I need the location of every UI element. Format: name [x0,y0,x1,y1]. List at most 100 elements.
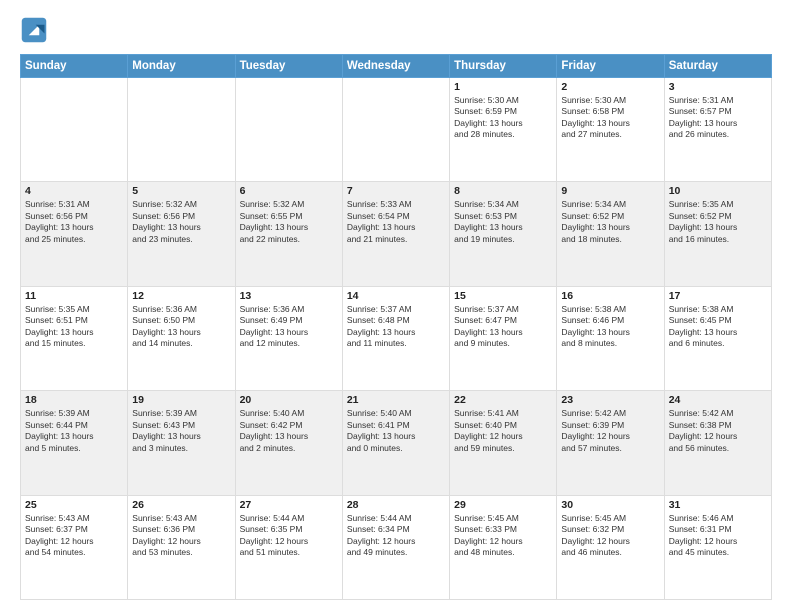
day-cell: 26Sunrise: 5:43 AM Sunset: 6:36 PM Dayli… [128,495,235,599]
day-number: 19 [132,394,230,406]
day-cell: 9Sunrise: 5:34 AM Sunset: 6:52 PM Daylig… [557,182,664,286]
day-cell: 31Sunrise: 5:46 AM Sunset: 6:31 PM Dayli… [664,495,771,599]
day-info: Sunrise: 5:39 AM Sunset: 6:43 PM Dayligh… [132,408,230,454]
day-number: 6 [240,185,338,197]
day-cell: 5 Sunrise: 5:32 AM Sunset: 6:56 PM Daylig… [128,182,235,286]
day-cell: 7Sunrise: 5:33 AM Sunset: 6:54 PM Daylig… [342,182,449,286]
day-number: 11 [25,290,123,302]
day-cell: 4 Sunrise: 5:31 AM Sunset: 6:56 PM Daylig… [21,182,128,286]
day-number: 2 [561,81,659,93]
logo [20,16,52,44]
day-info: Sunrise: 5:41 AM Sunset: 6:40 PM Dayligh… [454,408,552,454]
day-cell: 1 Sunrise: 5:30 AM Sunset: 6:59 PM Daylig… [450,78,557,182]
day-cell: 21 Sunrise: 5:40 AM Sunset: 6:41 PM Dayli… [342,391,449,495]
day-number: 12 [132,290,230,302]
day-info: Sunrise: 5:37 AM Sunset: 6:48 PM Dayligh… [347,304,445,350]
col-header-friday: Friday [557,55,664,78]
day-info: Sunrise: 5:30 AM Sunset: 6:59 PM Dayligh… [454,95,552,141]
col-header-saturday: Saturday [664,55,771,78]
day-info: Sunrise: 5:33 AM Sunset: 6:54 PM Dayligh… [347,199,445,245]
day-info: Sunrise: 5:36 AM Sunset: 6:49 PM Dayligh… [240,304,338,350]
col-header-monday: Monday [128,55,235,78]
day-cell: 28 Sunrise: 5:44 AM Sunset: 6:34 PM Dayli… [342,495,449,599]
day-number: 26 [132,499,230,511]
day-number: 24 [669,394,767,406]
logo-icon [20,16,48,44]
day-cell [128,78,235,182]
week-row-3: 11 Sunrise: 5:35 AM Sunset: 6:51 PM Dayli… [21,286,772,390]
day-number: 16 [561,290,659,302]
day-cell [235,78,342,182]
day-cell: 25Sunrise: 5:43 AM Sunset: 6:37 PM Dayli… [21,495,128,599]
day-info: Sunrise: 5:44 AM Sunset: 6:34 PM Dayligh… [347,513,445,559]
day-cell: 2Sunrise: 5:30 AM Sunset: 6:58 PM Daylig… [557,78,664,182]
day-number: 31 [669,499,767,511]
day-info: Sunrise: 5:39 AM Sunset: 6:44 PM Dayligh… [25,408,123,454]
day-info: Sunrise: 5:31 AM Sunset: 6:56 PM Dayligh… [25,199,123,245]
day-info: Sunrise: 5:32 AM Sunset: 6:55 PM Dayligh… [240,199,338,245]
day-cell: 12 Sunrise: 5:36 AM Sunset: 6:50 PM Dayli… [128,286,235,390]
day-cell: 30 Sunrise: 5:45 AM Sunset: 6:32 PM Dayli… [557,495,664,599]
day-number: 27 [240,499,338,511]
day-number: 21 [347,394,445,406]
day-cell: 27Sunrise: 5:44 AM Sunset: 6:35 PM Dayli… [235,495,342,599]
week-row-4: 18 Sunrise: 5:39 AM Sunset: 6:44 PM Dayli… [21,391,772,495]
col-header-tuesday: Tuesday [235,55,342,78]
calendar-table: SundayMondayTuesdayWednesdayThursdayFrid… [20,54,772,600]
day-cell: 17 Sunrise: 5:38 AM Sunset: 6:45 PM Dayli… [664,286,771,390]
day-number: 4 [25,185,123,197]
day-cell: 22Sunrise: 5:41 AM Sunset: 6:40 PM Dayli… [450,391,557,495]
day-info: Sunrise: 5:34 AM Sunset: 6:53 PM Dayligh… [454,199,552,245]
day-info: Sunrise: 5:42 AM Sunset: 6:39 PM Dayligh… [561,408,659,454]
day-info: Sunrise: 5:35 AM Sunset: 6:51 PM Dayligh… [25,304,123,350]
day-info: Sunrise: 5:35 AM Sunset: 6:52 PM Dayligh… [669,199,767,245]
day-info: Sunrise: 5:31 AM Sunset: 6:57 PM Dayligh… [669,95,767,141]
day-info: Sunrise: 5:45 AM Sunset: 6:33 PM Dayligh… [454,513,552,559]
day-info: Sunrise: 5:34 AM Sunset: 6:52 PM Dayligh… [561,199,659,245]
week-row-5: 25Sunrise: 5:43 AM Sunset: 6:37 PM Dayli… [21,495,772,599]
day-cell: 23Sunrise: 5:42 AM Sunset: 6:39 PM Dayli… [557,391,664,495]
day-info: Sunrise: 5:42 AM Sunset: 6:38 PM Dayligh… [669,408,767,454]
day-cell: 15 Sunrise: 5:37 AM Sunset: 6:47 PM Dayli… [450,286,557,390]
day-cell [21,78,128,182]
day-info: Sunrise: 5:40 AM Sunset: 6:42 PM Dayligh… [240,408,338,454]
day-number: 20 [240,394,338,406]
day-cell: 24 Sunrise: 5:42 AM Sunset: 6:38 PM Dayli… [664,391,771,495]
day-cell: 3 Sunrise: 5:31 AM Sunset: 6:57 PM Daylig… [664,78,771,182]
day-cell: 8Sunrise: 5:34 AM Sunset: 6:53 PM Daylig… [450,182,557,286]
week-row-2: 4 Sunrise: 5:31 AM Sunset: 6:56 PM Daylig… [21,182,772,286]
day-info: Sunrise: 5:40 AM Sunset: 6:41 PM Dayligh… [347,408,445,454]
day-cell: 10Sunrise: 5:35 AM Sunset: 6:52 PM Dayli… [664,182,771,286]
day-info: Sunrise: 5:38 AM Sunset: 6:45 PM Dayligh… [669,304,767,350]
col-header-thursday: Thursday [450,55,557,78]
day-number: 13 [240,290,338,302]
day-number: 14 [347,290,445,302]
day-info: Sunrise: 5:37 AM Sunset: 6:47 PM Dayligh… [454,304,552,350]
day-number: 28 [347,499,445,511]
day-cell: 20 Sunrise: 5:40 AM Sunset: 6:42 PM Dayli… [235,391,342,495]
day-cell: 6 Sunrise: 5:32 AM Sunset: 6:55 PM Daylig… [235,182,342,286]
day-cell: 18 Sunrise: 5:39 AM Sunset: 6:44 PM Dayli… [21,391,128,495]
day-number: 25 [25,499,123,511]
day-number: 18 [25,394,123,406]
day-cell: 14 Sunrise: 5:37 AM Sunset: 6:48 PM Dayli… [342,286,449,390]
day-cell: 11 Sunrise: 5:35 AM Sunset: 6:51 PM Dayli… [21,286,128,390]
header [20,16,772,44]
day-number: 29 [454,499,552,511]
day-number: 17 [669,290,767,302]
day-info: Sunrise: 5:38 AM Sunset: 6:46 PM Dayligh… [561,304,659,350]
day-number: 15 [454,290,552,302]
day-cell: 29 Sunrise: 5:45 AM Sunset: 6:33 PM Dayli… [450,495,557,599]
col-header-wednesday: Wednesday [342,55,449,78]
day-info: Sunrise: 5:45 AM Sunset: 6:32 PM Dayligh… [561,513,659,559]
day-number: 30 [561,499,659,511]
day-cell: 19 Sunrise: 5:39 AM Sunset: 6:43 PM Dayli… [128,391,235,495]
header-row: SundayMondayTuesdayWednesdayThursdayFrid… [21,55,772,78]
day-info: Sunrise: 5:36 AM Sunset: 6:50 PM Dayligh… [132,304,230,350]
day-number: 3 [669,81,767,93]
day-number: 1 [454,81,552,93]
day-info: Sunrise: 5:32 AM Sunset: 6:56 PM Dayligh… [132,199,230,245]
day-number: 5 [132,185,230,197]
day-cell: 16 Sunrise: 5:38 AM Sunset: 6:46 PM Dayli… [557,286,664,390]
day-cell: 13 Sunrise: 5:36 AM Sunset: 6:49 PM Dayli… [235,286,342,390]
